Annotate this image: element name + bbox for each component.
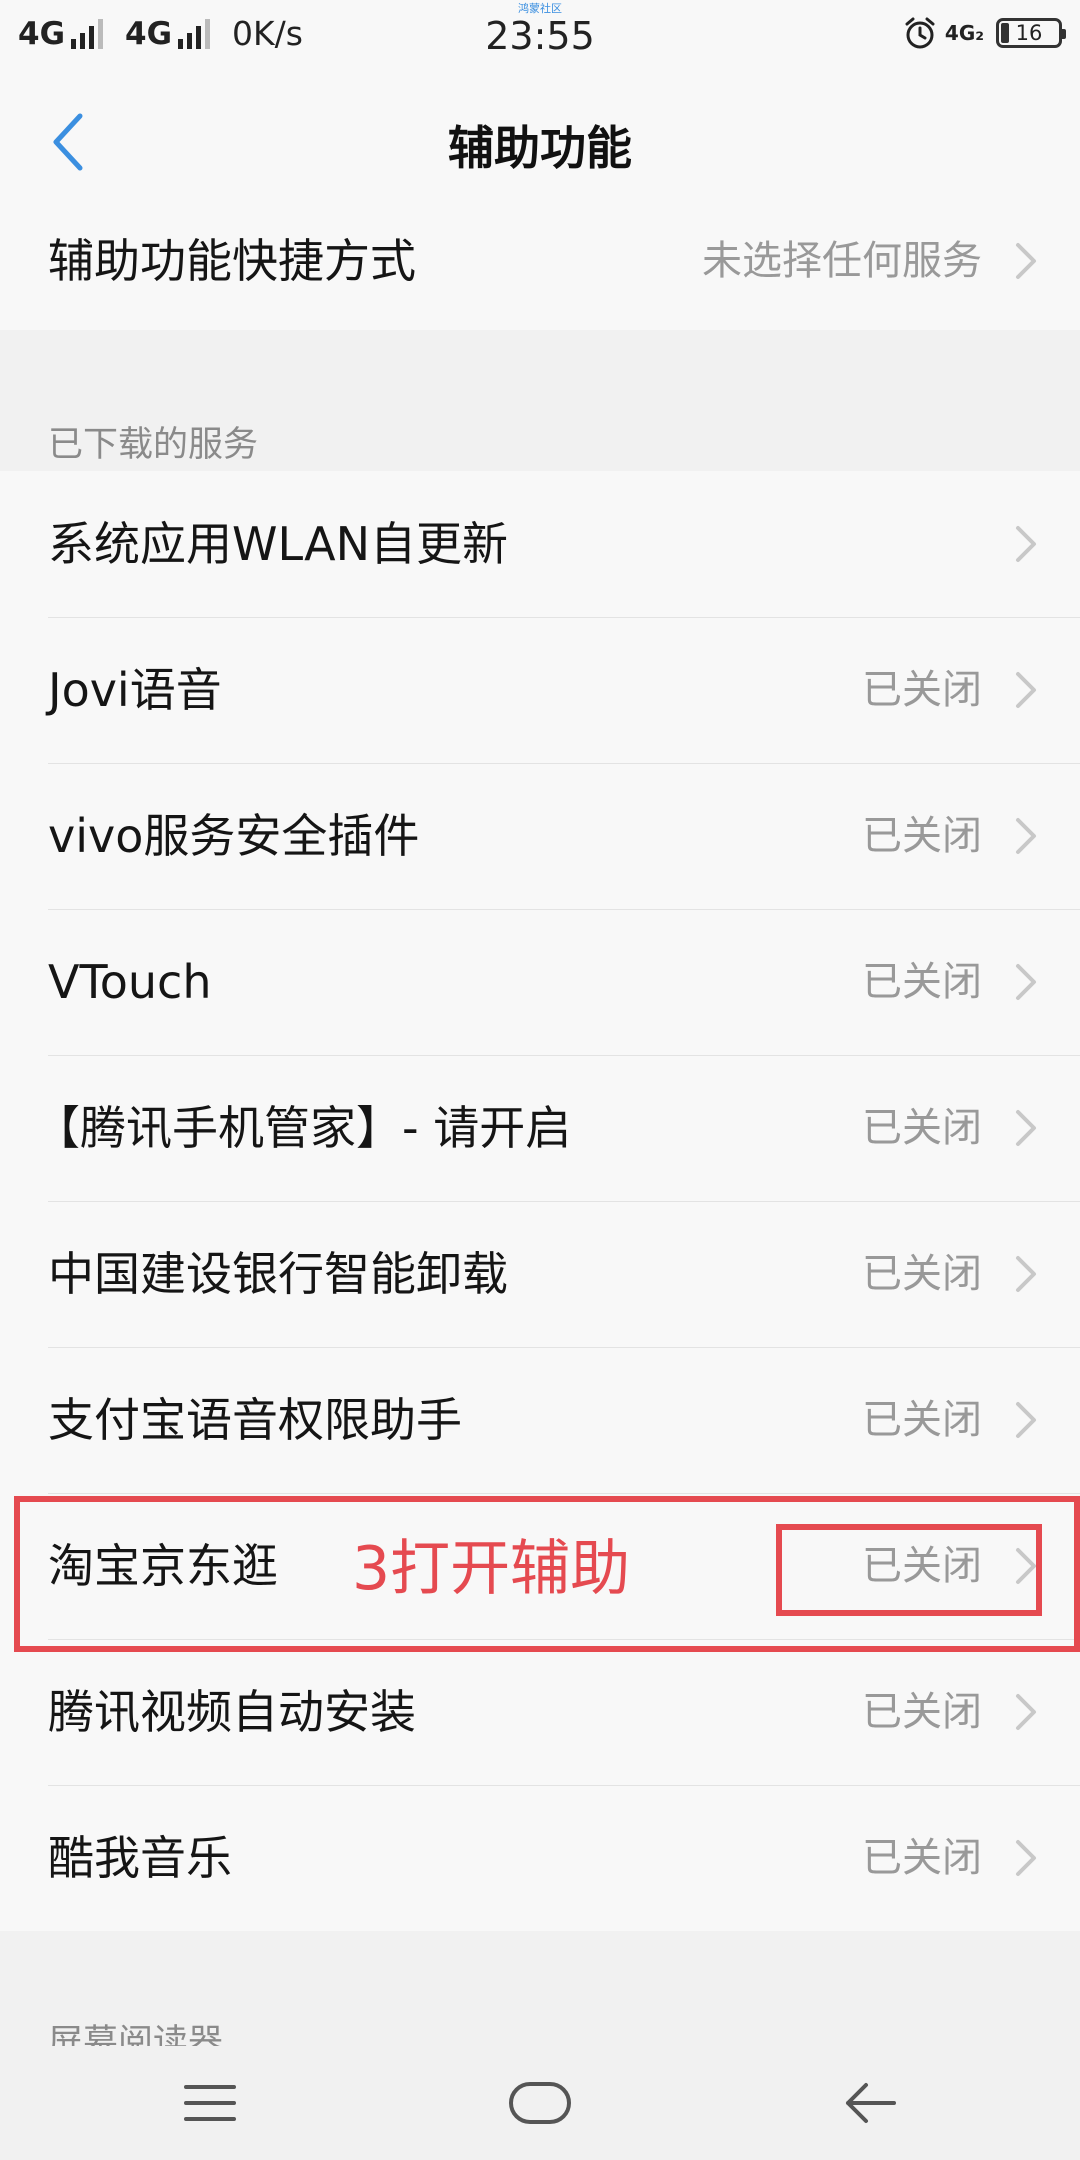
chevron-right-icon xyxy=(1016,818,1036,854)
menu-icon xyxy=(184,2085,236,2121)
chevron-right-icon xyxy=(1016,1402,1036,1438)
nav-back-button[interactable] xyxy=(770,2046,970,2160)
chevron-right-icon xyxy=(1016,1694,1036,1730)
nav-menu-button[interactable] xyxy=(110,2046,310,2160)
row-label: 辅助功能快捷方式 xyxy=(48,234,416,288)
home-icon xyxy=(509,2082,571,2124)
list-item[interactable]: 支付宝语音权限助手 已关闭 xyxy=(0,1347,1080,1493)
row-label: 支付宝语音权限助手 xyxy=(48,1393,462,1447)
row-label: 酷我音乐 xyxy=(48,1831,232,1885)
status-bar: 4G 4G 0K/s 鸿蒙社区 23:55 4G₂ 16 xyxy=(0,0,1080,76)
row-status: 已关闭 xyxy=(862,1105,982,1151)
network-type-label: 4G xyxy=(18,15,66,52)
chevron-right-icon xyxy=(1016,672,1036,708)
row-value: 未选择任何服务 xyxy=(702,238,982,284)
chevron-right-icon xyxy=(1016,964,1036,1000)
battery-icon: 16 xyxy=(996,18,1066,48)
list-item[interactable]: 腾讯视频自动安装 已关闭 xyxy=(0,1639,1080,1785)
list-item[interactable]: 酷我音乐 已关闭 xyxy=(0,1785,1080,1931)
row-status: 已关闭 xyxy=(862,959,982,1005)
title-bar: 辅助功能 xyxy=(0,76,1080,208)
list-item[interactable]: 中国建设银行智能卸载 已关闭 xyxy=(0,1201,1080,1347)
row-label: 腾讯视频自动安装 xyxy=(48,1685,416,1739)
network-type-label: 4G₂ xyxy=(944,21,984,45)
network-type-label: 4G xyxy=(125,15,173,52)
row-label: vivo服务安全插件 xyxy=(48,809,420,863)
list-item[interactable]: vivo服务安全插件 已关闭 xyxy=(0,763,1080,909)
clock: 23:55 xyxy=(485,14,595,58)
row-status: 已关闭 xyxy=(862,1689,982,1735)
row-status: 已关闭 xyxy=(862,813,982,859)
row-status: 已关闭 xyxy=(862,667,982,713)
chevron-right-icon xyxy=(1016,1110,1036,1146)
battery-level: 16 xyxy=(1015,21,1043,45)
navigation-bar xyxy=(0,2046,1080,2160)
page-title: 辅助功能 xyxy=(448,121,632,175)
row-status: 已关闭 xyxy=(862,1835,982,1881)
section-header-downloaded: 已下载的服务 xyxy=(48,425,259,465)
row-status: 已关闭 xyxy=(862,1251,982,1297)
row-label: 系统应用WLAN自更新 xyxy=(48,517,509,571)
signal-bars-icon xyxy=(71,18,107,49)
chevron-right-icon xyxy=(1016,243,1036,279)
signal-sim1: 4G xyxy=(18,16,107,52)
network-speed: 0K/s xyxy=(232,14,303,53)
row-label: 【腾讯手机管家】- 请开启 xyxy=(34,1101,572,1155)
back-arrow-icon xyxy=(846,2083,896,2123)
list-item[interactable]: 系统应用WLAN自更新 xyxy=(0,471,1080,617)
nav-home-button[interactable] xyxy=(440,2046,640,2160)
row-label: VTouch xyxy=(48,955,212,1009)
shortcut-section: 辅助功能快捷方式 未选择任何服务 xyxy=(0,208,1080,330)
chevron-right-icon xyxy=(1016,1840,1036,1876)
chevron-right-icon xyxy=(1016,1256,1036,1292)
list-item[interactable]: 【腾讯手机管家】- 请开启 已关闭 xyxy=(0,1055,1080,1201)
signal-sim2: 4G xyxy=(125,16,214,52)
annotation-status-highlight xyxy=(776,1524,1042,1616)
shortcut-row[interactable]: 辅助功能快捷方式 未选择任何服务 xyxy=(0,208,1080,330)
row-label: Jovi语音 xyxy=(48,663,222,717)
status-left: 4G 4G 0K/s xyxy=(18,14,303,53)
row-status: 已关闭 xyxy=(862,1397,982,1443)
status-right: 4G₂ 16 xyxy=(903,16,1066,50)
chevron-right-icon xyxy=(1016,526,1036,562)
alarm-clock-icon xyxy=(905,17,935,49)
signal-bars-icon xyxy=(178,18,214,49)
downloaded-services-list: 系统应用WLAN自更新 Jovi语音 已关闭 vivo服务安全插件 已关闭 VT… xyxy=(0,471,1080,1931)
list-item[interactable]: Jovi语音 已关闭 xyxy=(0,617,1080,763)
row-label: 中国建设银行智能卸载 xyxy=(48,1247,508,1301)
list-item[interactable]: VTouch 已关闭 xyxy=(0,909,1080,1055)
annotation-text: 3打开辅助 xyxy=(352,1534,631,1604)
